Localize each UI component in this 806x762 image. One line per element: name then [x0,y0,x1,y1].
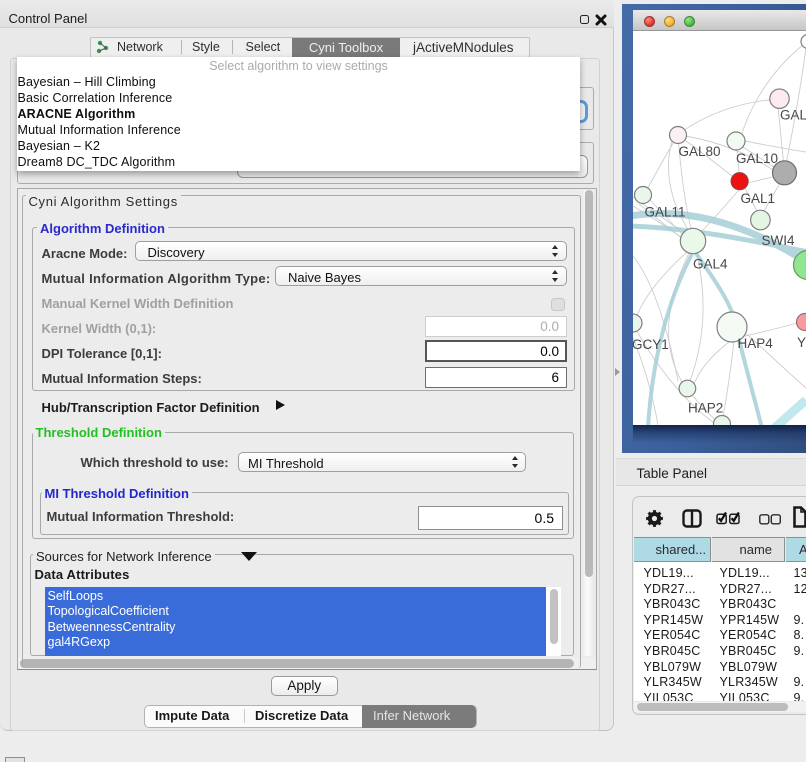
svg-text:SWI4: SWI4 [762,233,795,248]
svg-text:GAL11: GAL11 [645,205,686,220]
svg-text:GAL7: GAL7 [780,108,806,123]
svg-text:GAL4: GAL4 [693,257,728,272]
svg-text:GAL10: GAL10 [736,151,778,166]
svg-text:HAP4: HAP4 [738,336,774,351]
svg-text:Y: Y [797,335,806,350]
svg-text:GAL80: GAL80 [679,144,721,159]
svg-text:GAL1: GAL1 [741,191,776,206]
svg-text:HAP2: HAP2 [688,401,723,416]
svg-text:GCY1: GCY1 [633,337,669,352]
